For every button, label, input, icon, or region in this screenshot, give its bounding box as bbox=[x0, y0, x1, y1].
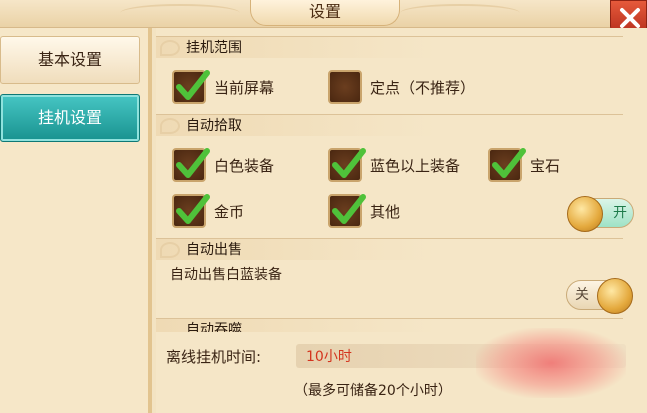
checkmark-icon bbox=[332, 194, 366, 224]
checkbox[interactable] bbox=[172, 194, 210, 228]
ornament-icon bbox=[160, 40, 180, 56]
option-other[interactable]: 其他 bbox=[328, 194, 400, 228]
close-icon bbox=[620, 8, 640, 28]
section-title: 挂机范围 bbox=[186, 40, 242, 56]
checkmark-icon bbox=[176, 148, 210, 178]
checkbox[interactable] bbox=[328, 148, 366, 182]
checkbox[interactable] bbox=[172, 70, 210, 104]
checkmark-icon bbox=[176, 70, 210, 100]
option-label: 白色装备 bbox=[214, 156, 275, 175]
checkbox[interactable] bbox=[328, 70, 362, 104]
checkbox[interactable] bbox=[488, 148, 526, 182]
sell-toggle[interactable]: 关 bbox=[566, 278, 633, 314]
highlight-glow bbox=[476, 328, 626, 398]
sidebar: 基本设置 挂机设置 bbox=[0, 28, 152, 413]
title-ornament-right bbox=[400, 4, 520, 22]
option-fixed-point[interactable]: 定点（不推荐） bbox=[328, 70, 475, 104]
option-gem[interactable]: 宝石 bbox=[488, 148, 560, 182]
offline-time-note: （最多可储备20个小时） bbox=[294, 383, 452, 399]
section-title: 自动吞噬 bbox=[186, 322, 242, 332]
toggle-label: 开 bbox=[613, 205, 627, 221]
ornament-icon bbox=[160, 118, 180, 134]
checkbox[interactable] bbox=[172, 148, 210, 182]
option-label: 金币 bbox=[214, 202, 245, 221]
offline-time-value: 10小时 bbox=[306, 349, 352, 365]
sidebar-item-basic-settings[interactable]: 基本设置 bbox=[0, 36, 140, 84]
ornament-icon bbox=[160, 242, 180, 258]
option-gold[interactable]: 金币 bbox=[172, 194, 244, 228]
checkmark-icon bbox=[332, 148, 366, 178]
option-label: 其他 bbox=[370, 202, 401, 221]
option-label: 蓝色以上装备 bbox=[370, 156, 461, 175]
toggle-label: 关 bbox=[575, 287, 589, 303]
option-label: 当前屏幕 bbox=[214, 78, 275, 97]
title-ornament-left bbox=[120, 4, 240, 22]
title-bar: 设置 bbox=[0, 0, 647, 28]
checkbox[interactable] bbox=[328, 194, 366, 228]
toggle-knob[interactable] bbox=[597, 278, 633, 314]
checkmark-icon bbox=[492, 148, 526, 178]
sidebar-item-hang-settings[interactable]: 挂机设置 bbox=[0, 94, 140, 142]
settings-panel: 挂机范围 当前屏幕 定点（不推荐） 自动拾取 白色装备 蓝色以上装备 宝石 金币… bbox=[156, 28, 647, 413]
checkmark-icon bbox=[176, 194, 210, 224]
pickup-toggle[interactable]: 开 bbox=[567, 196, 634, 232]
section-range-header: 挂机范围 bbox=[156, 36, 623, 58]
toggle-knob[interactable] bbox=[567, 196, 603, 232]
option-white-equipment[interactable]: 白色装备 bbox=[172, 148, 274, 182]
section-pickup-header: 自动拾取 bbox=[156, 114, 623, 136]
option-label: 宝石 bbox=[530, 156, 561, 175]
section-sell-header: 自动出售 bbox=[156, 238, 623, 260]
option-current-screen[interactable]: 当前屏幕 bbox=[172, 70, 274, 104]
option-blue-equipment[interactable]: 蓝色以上装备 bbox=[328, 148, 460, 182]
section-title: 自动出售 bbox=[186, 242, 242, 258]
section-title: 自动拾取 bbox=[186, 118, 242, 134]
option-label: 定点（不推荐） bbox=[370, 78, 476, 97]
offline-time-label: 离线挂机时间: bbox=[166, 348, 262, 366]
window-title: 设置 bbox=[250, 0, 400, 26]
sell-description: 自动出售白蓝装备 bbox=[170, 267, 282, 283]
